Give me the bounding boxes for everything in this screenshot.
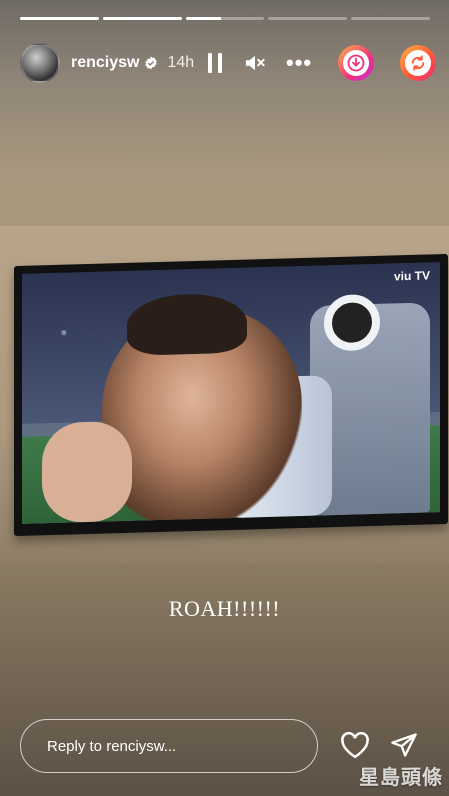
progress-fill	[102, 17, 182, 20]
send-icon[interactable]	[390, 732, 418, 758]
username[interactable]: renciysw	[71, 54, 139, 72]
post-time: 14h	[167, 54, 195, 71]
avatar[interactable]	[20, 43, 60, 83]
heart-icon[interactable]	[340, 731, 370, 759]
mute-icon[interactable]	[244, 53, 266, 73]
more-icon[interactable]: •••	[286, 52, 312, 74]
progress-fill	[185, 17, 222, 20]
progress-segment	[351, 17, 430, 20]
remix-button[interactable]	[400, 45, 436, 81]
download-icon	[347, 54, 365, 72]
progress-segment	[102, 17, 182, 20]
progress-fill	[20, 17, 99, 20]
tattooed-arm	[42, 420, 132, 524]
story-header: renciysw 14h •••	[20, 42, 436, 84]
tv-screen: viu TV	[22, 262, 440, 524]
progress-segment	[185, 17, 265, 20]
progress-segment	[20, 17, 99, 20]
pause-icon[interactable]	[208, 53, 222, 73]
verified-badge-icon	[145, 56, 158, 70]
progress-segment	[268, 17, 348, 20]
story-photo: viu TV	[0, 226, 449, 563]
tv-channel-logo: viu TV	[393, 268, 430, 284]
story-progress-bar	[20, 17, 430, 21]
remix-icon	[411, 55, 425, 71]
reply-input[interactable]: Reply to renciysw...	[20, 719, 318, 773]
story-caption: ROAH!!!!!!	[168, 596, 281, 621]
story-viewer: renciysw 14h ••• viu TV ROAH!!!!!! Reply…	[0, 0, 449, 796]
download-button[interactable]	[338, 45, 374, 81]
reply-placeholder: Reply to renciysw...	[47, 737, 177, 755]
television: viu TV	[14, 253, 448, 537]
watermark: 星島頭條	[359, 767, 443, 789]
